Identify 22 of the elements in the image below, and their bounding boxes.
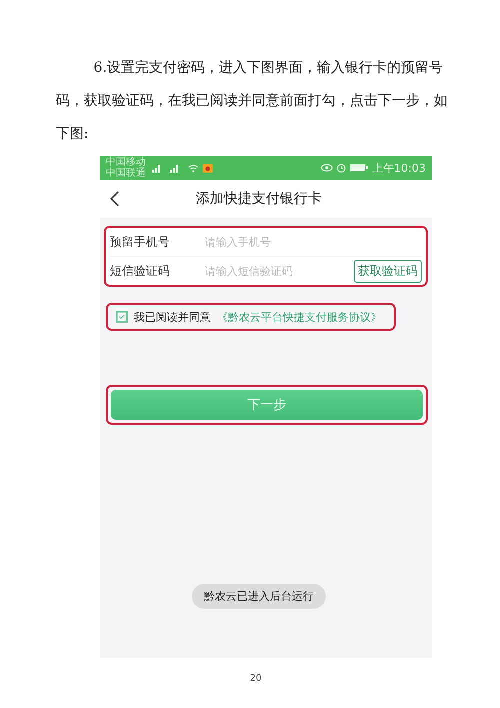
alarm-icon (337, 164, 346, 172)
screen-title: 添加快捷支付银行卡 (195, 190, 323, 208)
carrier-name: 中国移动 (106, 157, 146, 168)
carrier-name: 中国联通 (106, 168, 146, 179)
back-icon[interactable] (110, 191, 120, 207)
agreement-link[interactable]: 《黔农云平台快捷支付服务协议》 (217, 310, 382, 324)
checkbox[interactable] (116, 311, 128, 323)
toast-message: 黔农云已进入后台运行 (192, 584, 326, 609)
input-field[interactable]: 请输入短信验证码 (205, 264, 354, 278)
page-number: 20 (250, 674, 262, 684)
get-code-button[interactable]: 获取验证码 (354, 260, 422, 282)
field-label: 短信验证码 (110, 262, 171, 280)
eye-icon (321, 164, 334, 172)
clock-time: 上午10:03 (372, 160, 426, 176)
field-label: 预留手机号 (110, 234, 171, 250)
app-notification-icon (203, 164, 213, 172)
instruction-paragraph: 6.设置完支付密码，进入下图界面，输入银行卡的预留号码，获取验证码，在我已阅读并同意前面打勾，点击下一步，如下图: (56, 59, 448, 144)
battery-icon (350, 164, 368, 172)
input-field[interactable]: 请输入手机号 (205, 234, 422, 250)
wifi-icon (188, 164, 199, 172)
agreement-text: 我已阅读并同意 (134, 310, 211, 324)
next-button[interactable]: 下一步 (111, 390, 423, 420)
